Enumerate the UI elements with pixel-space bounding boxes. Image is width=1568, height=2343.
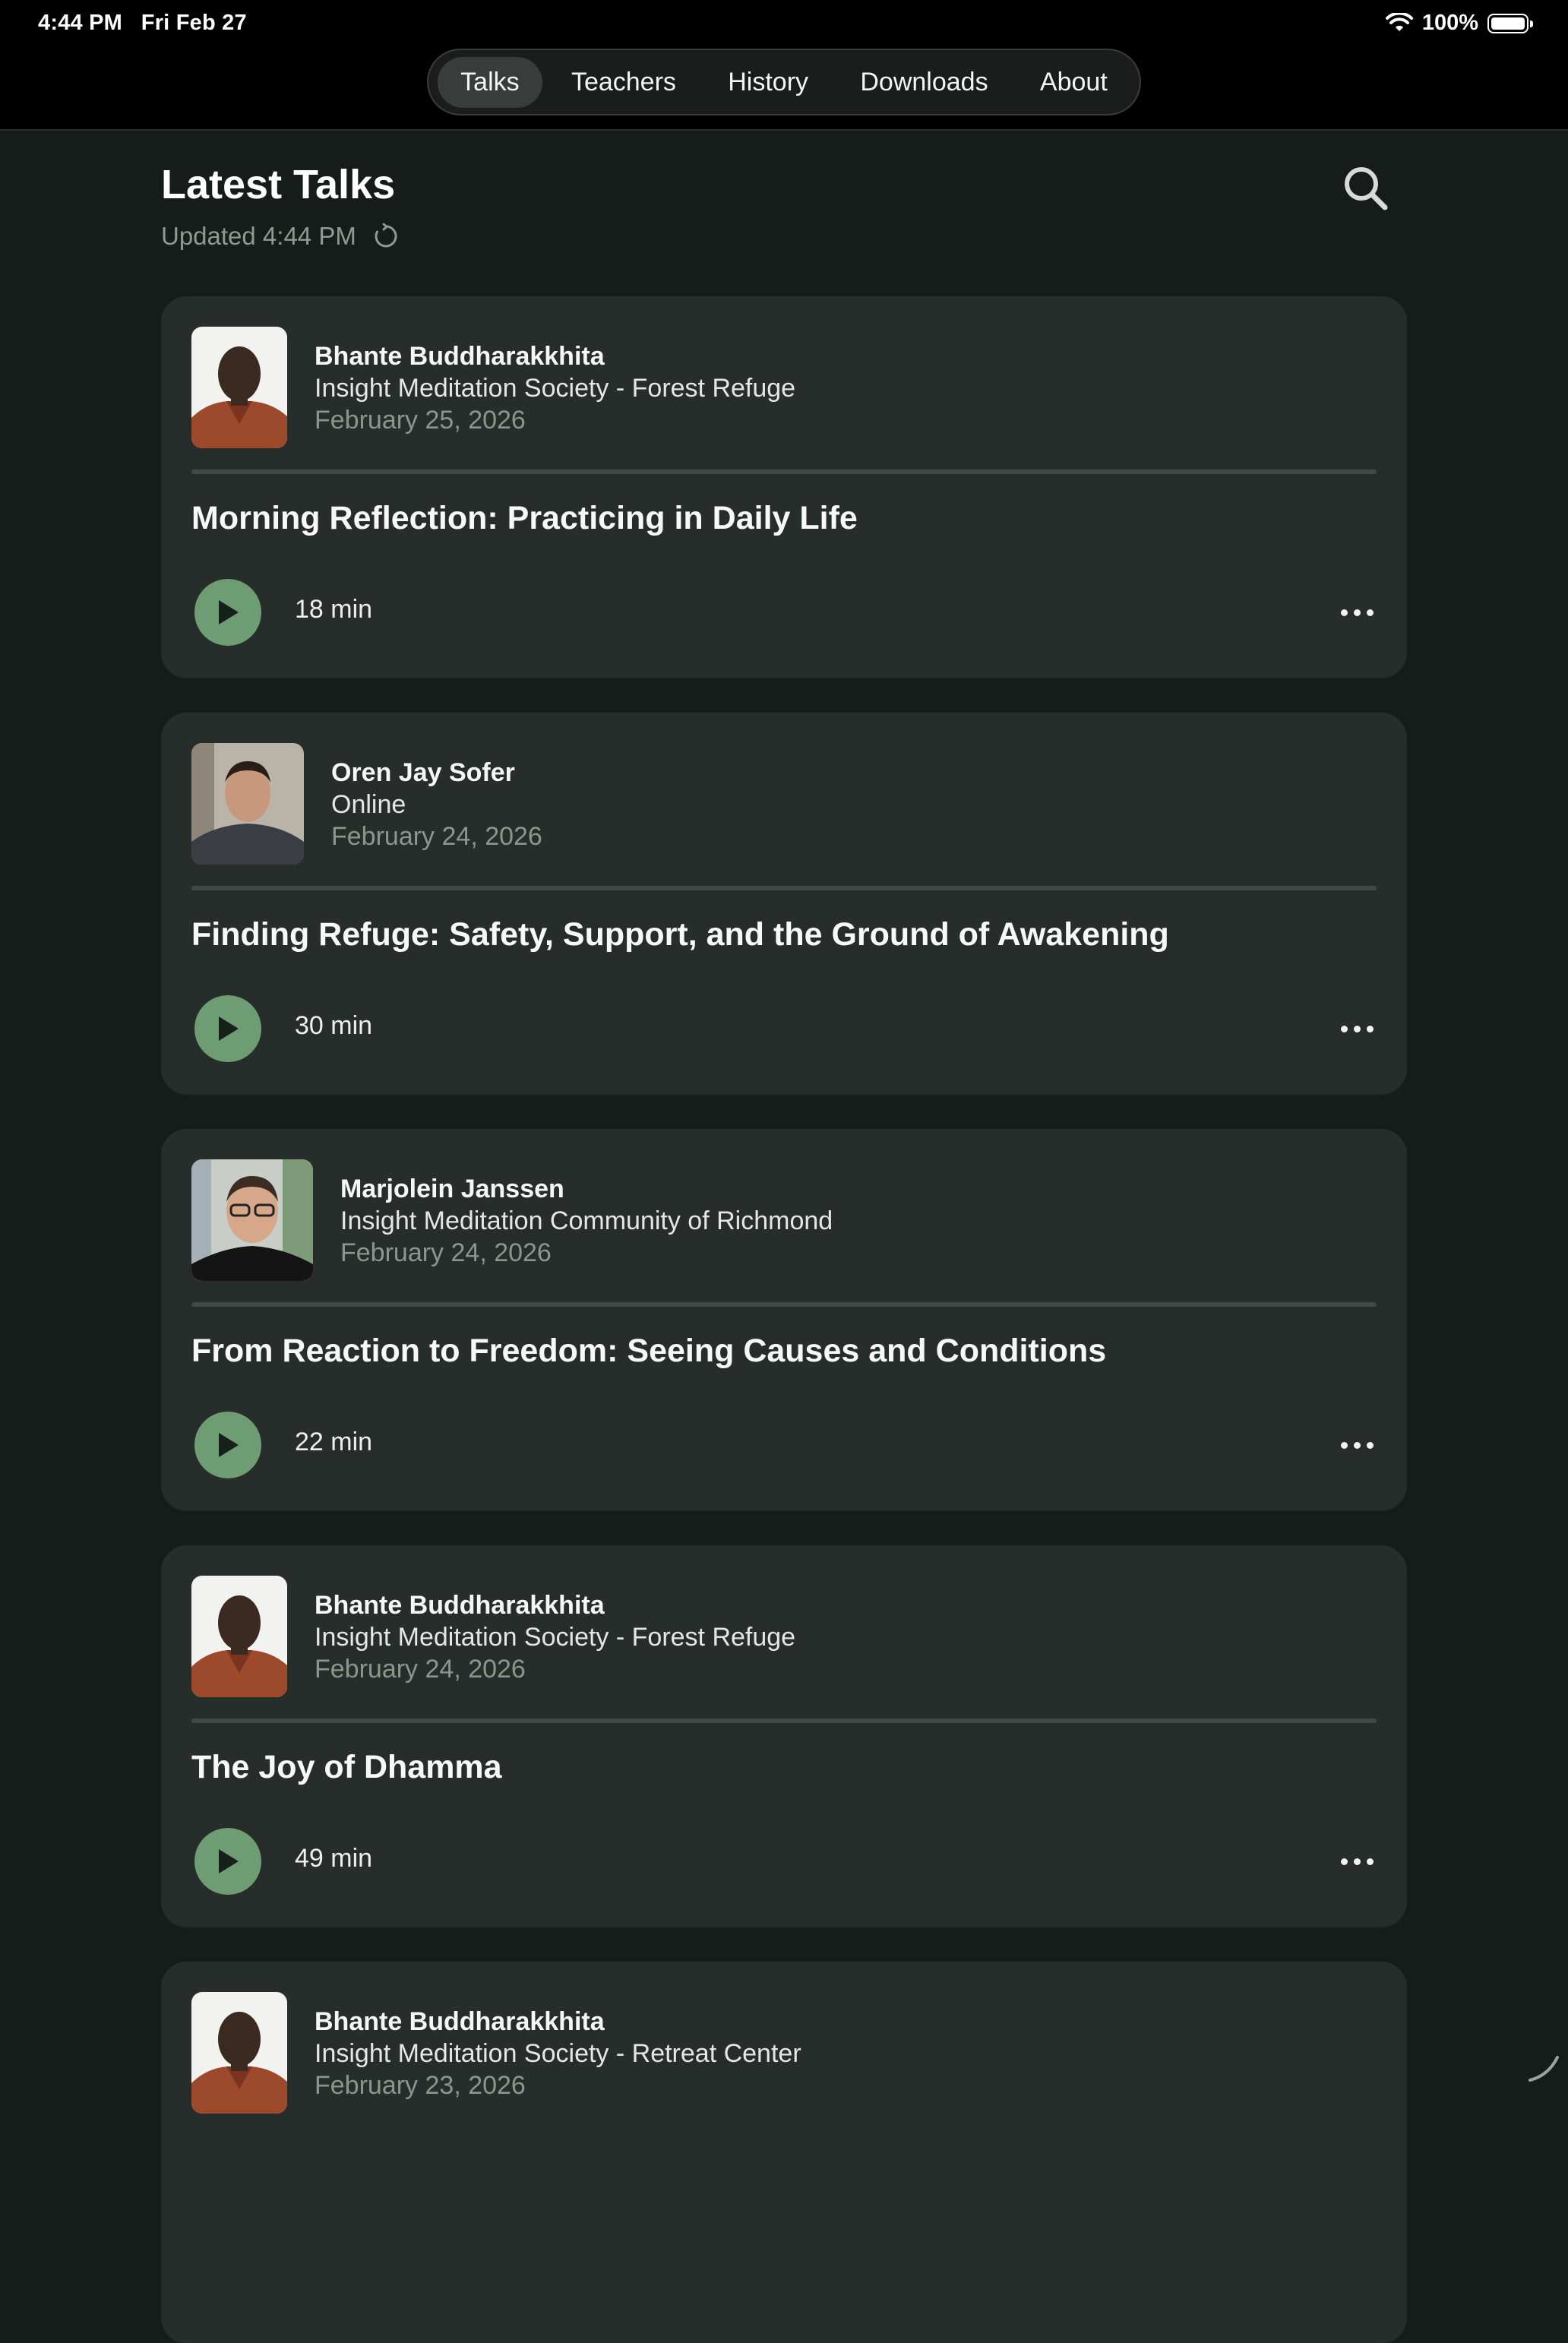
divider [191, 886, 1377, 890]
talk-date: February 23, 2026 [315, 2069, 801, 2101]
updated-label: Updated 4:44 PM [161, 222, 356, 251]
talk-meta: Bhante Buddharakkhita Insight Meditation… [315, 2006, 801, 2101]
venue-name: Insight Meditation Society - Forest Refu… [315, 372, 795, 404]
more-options-button[interactable] [1328, 1422, 1386, 1468]
teacher-avatar [191, 743, 304, 865]
talk-duration: 30 min [295, 1011, 372, 1041]
status-indicators: 100% [1386, 11, 1528, 36]
talk-title[interactable]: The Joy of Dhamma [191, 1749, 1377, 1786]
status-time-date: 4:44 PM Fri Feb 27 [38, 11, 247, 36]
talk-title[interactable]: Finding Refuge: Safety, Support, and the… [191, 916, 1377, 953]
tab-about[interactable]: About [1017, 57, 1130, 108]
talk-card[interactable]: Oren Jay Sofer Online February 24, 2026 … [161, 713, 1407, 1094]
teacher-name[interactable]: Oren Jay Sofer [331, 757, 542, 789]
divider [191, 1719, 1377, 1723]
status-time: 4:44 PM [38, 11, 122, 35]
tab-talks[interactable]: Talks [438, 57, 542, 108]
talk-title[interactable]: Morning Reflection: Practicing in Daily … [191, 500, 1377, 537]
divider [191, 470, 1377, 474]
talk-meta: Marjolein Janssen Insight Meditation Com… [340, 1173, 833, 1269]
talk-meta: Bhante Buddharakkhita Insight Meditation… [315, 340, 795, 436]
talk-date: February 24, 2026 [331, 821, 542, 852]
venue-name: Insight Meditation Society - Retreat Cen… [315, 2038, 801, 2069]
venue-name: Insight Meditation Community of Richmond [340, 1205, 833, 1237]
play-icon [214, 1847, 242, 1876]
battery-icon [1487, 14, 1528, 33]
play-icon [214, 1014, 242, 1043]
venue-name: Insight Meditation Society - Forest Refu… [315, 1621, 795, 1653]
play-button[interactable] [194, 1828, 261, 1895]
talk-card[interactable]: Bhante Buddharakkhita Insight Meditation… [161, 1545, 1407, 1927]
tab-bar: Talks Teachers History Downloads About [427, 49, 1141, 115]
resize-handle-icon[interactable] [1525, 2048, 1562, 2085]
venue-name: Online [331, 789, 542, 821]
top-bar: 4:44 PM Fri Feb 27 100% Talks Teachers H… [0, 0, 1568, 131]
search-button[interactable] [1337, 160, 1395, 217]
talk-title[interactable]: From Reaction to Freedom: Seeing Causes … [191, 1333, 1377, 1370]
battery-percent: 100% [1422, 11, 1478, 36]
more-options-button[interactable] [1328, 1839, 1386, 1884]
tab-history[interactable]: History [705, 57, 831, 108]
search-icon [1342, 165, 1389, 212]
refresh-icon[interactable] [373, 223, 399, 249]
talk-date: February 24, 2026 [340, 1237, 833, 1269]
talk-duration: 49 min [295, 1844, 372, 1873]
talk-card[interactable]: Marjolein Janssen Insight Meditation Com… [161, 1129, 1407, 1510]
teacher-name[interactable]: Marjolein Janssen [340, 1173, 833, 1205]
teacher-avatar [191, 1576, 287, 1697]
tab-downloads[interactable]: Downloads [837, 57, 1010, 108]
teacher-name[interactable]: Bhante Buddharakkhita [315, 2006, 801, 2038]
divider [191, 1302, 1377, 1307]
talk-date: February 25, 2026 [315, 404, 795, 436]
wifi-icon [1386, 13, 1413, 34]
play-button[interactable] [194, 1412, 261, 1478]
teacher-avatar [191, 1992, 287, 2114]
teacher-avatar [191, 1159, 313, 1281]
talk-card[interactable]: Bhante Buddharakkhita Insight Meditation… [161, 296, 1407, 678]
more-options-button[interactable] [1328, 590, 1386, 635]
status-date: Fri Feb 27 [141, 11, 247, 35]
page-title: Latest Talks [161, 161, 395, 208]
play-button[interactable] [194, 579, 261, 646]
more-options-button[interactable] [1328, 1006, 1386, 1051]
talk-card[interactable]: Bhante Buddharakkhita Insight Meditation… [161, 1962, 1407, 2343]
play-icon [214, 598, 242, 627]
talk-meta: Bhante Buddharakkhita Insight Meditation… [315, 1589, 795, 1685]
talk-date: February 24, 2026 [315, 1653, 795, 1685]
play-icon [214, 1431, 242, 1459]
teacher-name[interactable]: Bhante Buddharakkhita [315, 1589, 795, 1621]
talk-duration: 22 min [295, 1428, 372, 1457]
talk-meta: Oren Jay Sofer Online February 24, 2026 [331, 757, 542, 852]
teacher-name[interactable]: Bhante Buddharakkhita [315, 340, 795, 372]
updated-status: Updated 4:44 PM [161, 222, 399, 251]
teacher-avatar [191, 327, 287, 448]
talk-duration: 18 min [295, 595, 372, 624]
tab-teachers[interactable]: Teachers [548, 57, 699, 108]
play-button[interactable] [194, 995, 261, 1062]
